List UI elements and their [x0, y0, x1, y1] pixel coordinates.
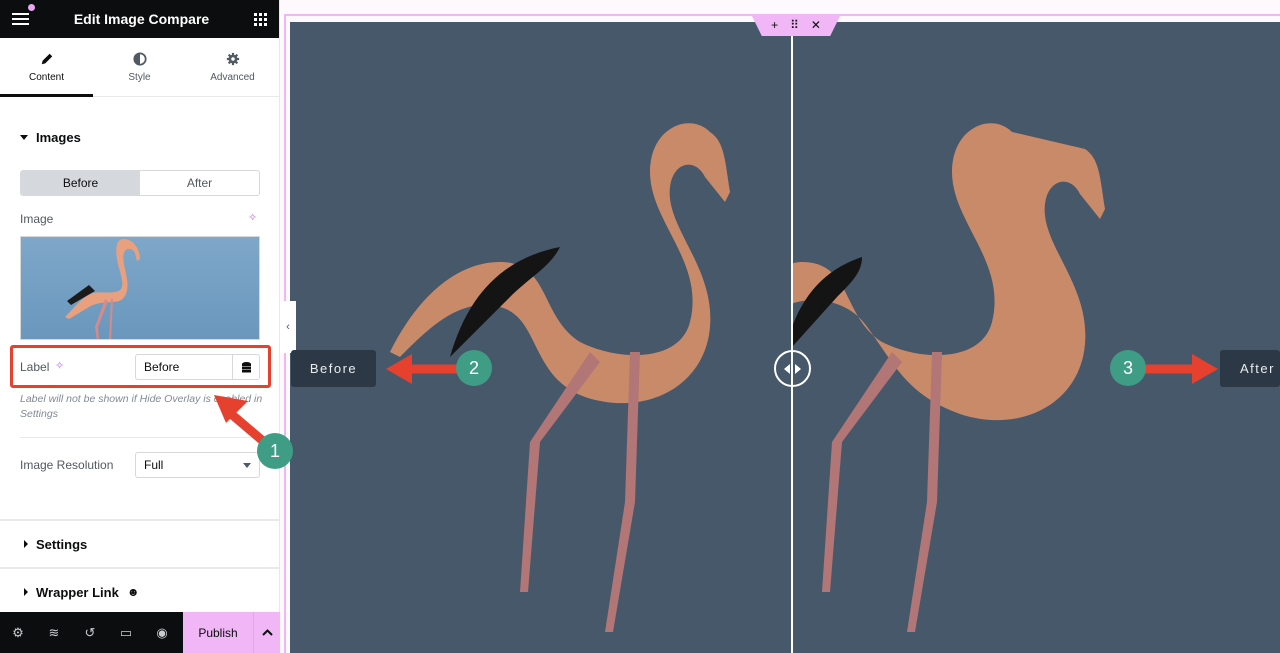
pencil-icon — [41, 53, 52, 64]
menu-icon[interactable] — [12, 13, 29, 25]
ai-sparkle-icon[interactable]: ✧ — [248, 211, 257, 224]
tab-content[interactable]: Content — [0, 38, 93, 97]
dynamic-tags-icon[interactable] — [232, 355, 259, 379]
compare-slider-handle[interactable] — [774, 350, 811, 387]
resolution-value: Full — [144, 458, 164, 472]
annotation-badge-1: 1 — [257, 433, 293, 469]
tab-advanced[interactable]: Advanced — [186, 38, 279, 96]
chevron-down-icon — [243, 462, 251, 468]
tab-label: Advanced — [210, 71, 255, 83]
notification-dot — [28, 4, 35, 11]
section-title: Settings — [36, 536, 88, 552]
label-input-value[interactable]: Before — [136, 355, 232, 379]
layers-icon[interactable]: ≋ — [36, 612, 72, 653]
half-circle-icon — [132, 51, 147, 66]
widgets-grid-icon[interactable] — [254, 12, 267, 26]
annotation-badge-3: 3 — [1110, 350, 1146, 386]
panel-tabs: Content Style Advanced — [0, 38, 279, 97]
add-icon[interactable]: + — [771, 18, 778, 32]
settings-section-header[interactable]: Settings — [0, 519, 280, 567]
switch-after[interactable]: After — [140, 171, 259, 195]
annotation-badge-2: 2 — [456, 350, 492, 386]
panel-title: Edit Image Compare — [73, 11, 210, 27]
section-title: Images — [36, 129, 81, 145]
editor-panel: Edit Image Compare Content Style Advance… — [0, 0, 280, 653]
publish-options-button[interactable] — [253, 612, 280, 653]
label-field-label: Label — [20, 360, 50, 374]
section-title: Wrapper Link — [36, 584, 119, 600]
arrow-right-icon — [795, 363, 801, 374]
tab-style[interactable]: Style — [93, 38, 186, 96]
widget-toolbar: + ⠿ ✕ — [751, 14, 841, 36]
resolution-label: Image Resolution — [20, 458, 114, 472]
before-image — [290, 22, 791, 653]
wrapper-link-section-header[interactable]: Wrapper Link ☻ — [0, 567, 280, 615]
preview-icon[interactable]: ◉ — [144, 612, 180, 653]
tab-label: Content — [28, 71, 65, 83]
ai-sparkle-icon[interactable]: ✧ — [55, 359, 64, 372]
history-icon[interactable]: ↺ — [72, 612, 108, 653]
bottom-toolbar: ⚙ ≋ ↺ ▭ ◉ Publish — [0, 612, 280, 653]
resolution-select[interactable]: Full — [135, 452, 260, 478]
compare-divider-line[interactable] — [791, 22, 793, 653]
caret-right-icon — [24, 540, 28, 548]
before-label: Before — [291, 350, 376, 387]
publish-button[interactable]: Publish — [183, 612, 253, 653]
image-thumbnail[interactable] — [20, 236, 260, 340]
flamingo-thumbnail-image — [65, 239, 140, 339]
chevron-up-icon — [261, 629, 273, 636]
collapse-panel-button[interactable]: ‹ — [280, 301, 296, 353]
annotation-arrow-3 — [1142, 354, 1218, 384]
after-image — [792, 22, 1280, 653]
caret-down-icon — [20, 134, 28, 140]
caret-right-icon — [24, 588, 28, 596]
drag-handle-icon[interactable]: ⠿ — [790, 18, 799, 32]
panel-header: Edit Image Compare — [0, 0, 279, 38]
before-after-switch: Before After — [20, 170, 260, 196]
close-icon[interactable]: ✕ — [811, 18, 821, 32]
label-input[interactable]: Before — [135, 354, 260, 380]
after-label: After — [1220, 350, 1280, 387]
image-compare-widget[interactable] — [290, 22, 1280, 653]
gear-icon — [226, 52, 239, 65]
image-label: Image — [20, 212, 54, 226]
responsive-icon[interactable]: ▭ — [108, 612, 144, 653]
switch-before[interactable]: Before — [21, 171, 140, 195]
arrow-left-icon — [784, 363, 790, 374]
annotation-arrow-2 — [386, 354, 460, 384]
tab-label: Style — [128, 71, 151, 83]
settings-icon[interactable]: ⚙ — [0, 612, 36, 653]
pro-icon: ☻ — [126, 585, 140, 599]
images-section-header[interactable]: Images — [0, 97, 279, 177]
